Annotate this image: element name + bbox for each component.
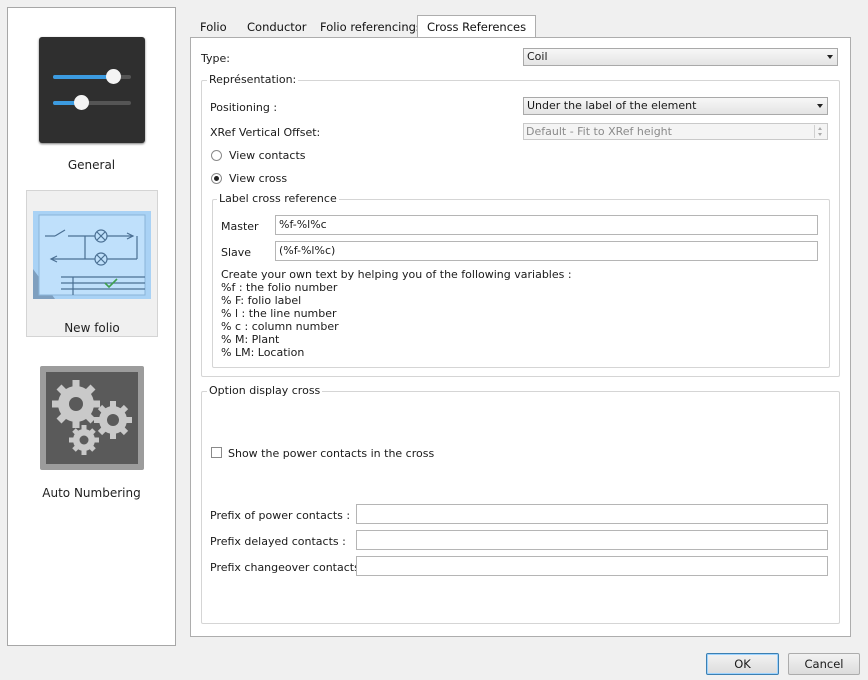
show-power-contacts-label: Show the power contacts in the cross	[228, 447, 435, 460]
sidebar-item-label: New folio	[64, 321, 120, 335]
spin-arrows-icon	[814, 125, 826, 138]
prefix-delayed-label: Prefix delayed contacts :	[210, 535, 346, 548]
help-line: % c : column number	[221, 320, 339, 333]
representation-title: Représentation:	[207, 73, 299, 86]
sidebar-item-new-folio[interactable]: New folio	[26, 190, 158, 337]
xref-offset-spinbox[interactable]: Default - Fit to XRef height	[523, 123, 828, 140]
type-label: Type:	[201, 52, 230, 65]
view-contacts-radio[interactable]	[211, 150, 222, 161]
label-cross-reference-title: Label cross reference	[217, 192, 339, 205]
type-select[interactable]: Coil	[523, 48, 838, 66]
ok-button[interactable]: OK	[706, 653, 779, 675]
positioning-select[interactable]: Under the label of the element	[523, 97, 828, 115]
folio-schematic-icon	[33, 211, 151, 299]
chevron-down-icon	[827, 55, 833, 59]
sliders-icon	[39, 37, 145, 143]
help-line: % M: Plant	[221, 333, 280, 346]
positioning-select-value: Under the label of the element	[527, 99, 697, 112]
chevron-down-icon	[817, 104, 823, 108]
sidebar-item-general[interactable]: General	[8, 8, 175, 188]
master-input[interactable]: %f-%l%c	[275, 215, 818, 235]
view-cross-radio[interactable]	[211, 173, 222, 184]
positioning-label: Positioning :	[210, 101, 278, 114]
sidebar-item-label: Auto Numbering	[42, 486, 141, 500]
prefix-delayed-input[interactable]	[356, 530, 828, 550]
help-line: Create your own text by helping you of t…	[221, 268, 572, 281]
view-cross-label: View cross	[229, 172, 288, 185]
xref-offset-value: Default - Fit to XRef height	[526, 125, 672, 138]
master-label: Master	[221, 220, 259, 233]
tab-folio[interactable]: Folio	[191, 17, 236, 37]
cancel-button[interactable]: Cancel	[788, 653, 860, 675]
gears-icon	[40, 366, 144, 470]
sidebar-item-auto-numbering[interactable]: Auto Numbering	[8, 358, 175, 508]
help-line: % LM: Location	[221, 346, 305, 359]
slave-label: Slave	[221, 246, 252, 259]
prefix-changeover-input[interactable]	[356, 556, 828, 576]
xref-offset-label: XRef Vertical Offset:	[210, 126, 321, 139]
help-line: %f : the folio number	[221, 281, 338, 294]
slave-input[interactable]: (%f-%l%c)	[275, 241, 818, 261]
tab-cross-references[interactable]: Cross References	[417, 15, 537, 37]
tab-conductor[interactable]: Conductor	[238, 17, 316, 37]
show-power-contacts-checkbox[interactable]	[211, 447, 222, 458]
view-contacts-label: View contacts	[229, 149, 306, 162]
variables-help: Create your own text by helping you of t…	[221, 268, 572, 359]
sidebar-item-label: General	[67, 158, 116, 172]
prefix-power-label: Prefix of power contacts :	[210, 509, 351, 522]
help-line: % l : the line number	[221, 307, 337, 320]
tab-folio-referencings[interactable]: Folio referencings	[311, 17, 431, 37]
type-select-value: Coil	[527, 50, 548, 63]
option-display-cross-title: Option display cross	[207, 384, 323, 397]
prefix-changeover-label: Prefix changeover contacts :	[210, 561, 368, 574]
help-line: % F: folio label	[221, 294, 302, 307]
prefix-power-input[interactable]	[356, 504, 828, 524]
config-sidebar: General New folio Auto Numbering	[7, 7, 176, 646]
